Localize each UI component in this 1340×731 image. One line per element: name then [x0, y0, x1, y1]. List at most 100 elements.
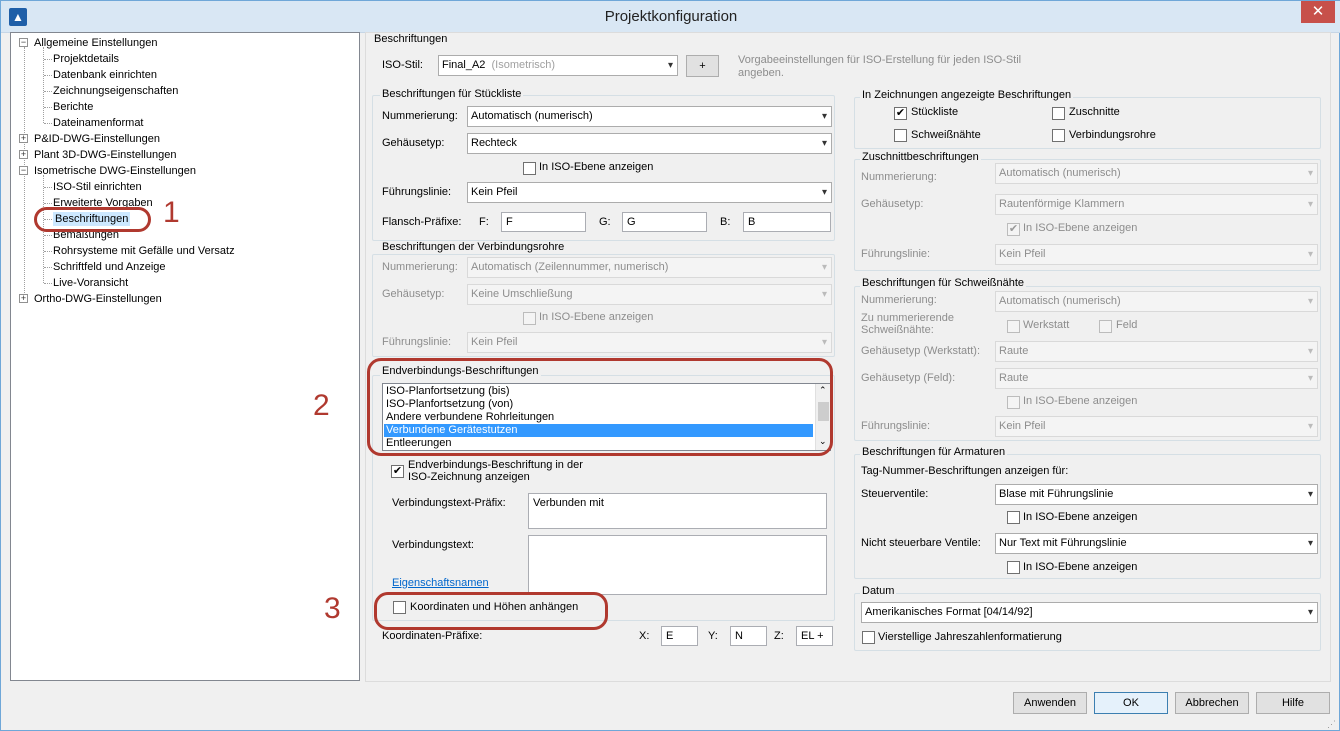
annotation-number-3: 3 [324, 592, 341, 625]
stk-fuehrung-select[interactable]: Kein Pfeil ▾ [467, 182, 832, 203]
stueckliste-label: Stückliste [911, 106, 959, 118]
zs-nummerierung-select[interactable]: Automatisch (numerisch) ▾ [995, 163, 1318, 184]
chevron-down-icon: ▾ [821, 262, 827, 273]
feld-checkbox[interactable] [1099, 320, 1112, 333]
chevron-down-icon: ▾ [821, 111, 827, 122]
flansch-f-input[interactable]: F [501, 212, 586, 232]
resize-grip-icon[interactable]: ⋰ [1327, 719, 1336, 730]
tree-item[interactable]: Projektdetails [53, 52, 119, 66]
werkstatt-label: Werkstatt [1023, 319, 1070, 331]
sw-zu-nummerierende-line2: Schweißnähte: [861, 324, 934, 336]
stk-fuehrung-label: Führungslinie: [382, 186, 452, 198]
verbindungsrohre-checkbox[interactable] [1052, 129, 1065, 142]
tree-item[interactable]: Ortho-DWG-Einstellungen [34, 292, 162, 306]
help-button[interactable]: Hilfe [1256, 692, 1330, 714]
koord-x-label: X: [639, 630, 650, 642]
ok-button[interactable]: OK [1094, 692, 1168, 714]
show-in-iso-checkbox[interactable]: ✔ [391, 465, 404, 478]
steuer-select[interactable]: Blase mit Führungslinie ▾ [995, 484, 1318, 505]
add-iso-stil-button[interactable]: + [686, 55, 719, 77]
stueckliste-checkbox[interactable]: ✔ [894, 107, 907, 120]
close-button[interactable]: ✕ [1301, 1, 1335, 23]
tree-expander-icon[interactable]: + [19, 294, 28, 303]
datum-title: Datum [860, 585, 897, 597]
koord-x-input[interactable]: E [661, 626, 698, 646]
zuschnitte-checkbox[interactable] [1052, 107, 1065, 120]
annotation-circle-3 [374, 592, 608, 630]
sw-zu-nummerierende-label: Zu nummerierende Schweißnähte: [861, 312, 954, 336]
tree-item[interactable]: Rohrsysteme mit Gefälle und Versatz [53, 244, 235, 258]
vr-fuehrung-select[interactable]: Kein Pfeil ▾ [467, 332, 832, 353]
tree-item[interactable]: ISO-Stil einrichten [53, 180, 142, 194]
chevron-down-icon: ▾ [1307, 421, 1313, 432]
koord-y-input[interactable]: N [730, 626, 767, 646]
prefix-input[interactable]: Verbunden mit [528, 493, 827, 529]
apply-button[interactable]: Anwenden [1013, 692, 1087, 714]
vr-nummerierung-label: Nummerierung: [382, 261, 458, 273]
chevron-down-icon: ▾ [1307, 607, 1313, 618]
stk-gehaeuse-select[interactable]: Rechteck ▾ [467, 133, 832, 154]
stk-iso-ebene-checkbox[interactable] [523, 162, 536, 175]
tag-label: Tag-Nummer-Beschriftungen anzeigen für: [861, 465, 1069, 477]
tree-expander-icon[interactable]: + [19, 150, 28, 159]
zs-fuehrung-label: Führungslinie: [861, 248, 931, 260]
tree-item[interactable]: P&ID-DWG-Einstellungen [34, 132, 160, 146]
datum-format-select[interactable]: Amerikanisches Format [04/14/92] ▾ [861, 602, 1318, 623]
tree-item[interactable]: Isometrische DWG-Einstellungen [34, 164, 196, 178]
stk-nummerierung-select[interactable]: Automatisch (numerisch) ▾ [467, 106, 832, 127]
tree-line [24, 47, 25, 303]
tree-expander-icon[interactable]: − [19, 38, 28, 47]
title-bar: ▲ Projektkonfiguration ✕ [1, 1, 1340, 33]
tree-item[interactable]: Dateinamenformat [53, 116, 144, 130]
verbindungstext-input[interactable] [528, 535, 827, 595]
nicht-steuer-iso-ebene-checkbox[interactable] [1007, 561, 1020, 574]
koord-z-input[interactable]: EL + [796, 626, 833, 646]
tree-item[interactable]: Schriftfeld und Anzeige [53, 260, 166, 274]
tree-item[interactable]: Datenbank einrichten [53, 68, 157, 82]
steuer-label: Steuerventile: [861, 488, 929, 500]
tree-line [44, 107, 52, 108]
chevron-down-icon: ▾ [1307, 346, 1313, 357]
tree-item[interactable]: Zeichnungseigenschaften [53, 84, 178, 98]
tree-item[interactable]: Berichte [53, 100, 93, 114]
cancel-button[interactable]: Abbrechen [1175, 692, 1249, 714]
zs-gehaeuse-select[interactable]: Rautenförmige Klammern ▾ [995, 194, 1318, 215]
prefix-label: Verbindungstext-Präfix: [392, 497, 506, 509]
schweissnaehte-checkbox[interactable] [894, 129, 907, 142]
tree-expander-icon[interactable]: + [19, 134, 28, 143]
tree-item[interactable]: Allgemeine Einstellungen [34, 36, 158, 50]
sw-nummerierung-select[interactable]: Automatisch (numerisch) ▾ [995, 291, 1318, 312]
tree-line [44, 75, 52, 76]
werkstatt-checkbox[interactable] [1007, 320, 1020, 333]
zs-fuehrung-select[interactable]: Kein Pfeil ▾ [995, 244, 1318, 265]
zs-fuehrung-value: Kein Pfeil [999, 248, 1046, 260]
sw-iso-ebene-checkbox[interactable] [1007, 396, 1020, 409]
tree-item[interactable]: Live-Voransicht [53, 276, 128, 290]
show-in-iso-label: Endverbindungs-Beschriftung in der ISO-Z… [408, 459, 583, 483]
vr-nummerierung-select[interactable]: Automatisch (Zeilennummer, numerisch) ▾ [467, 257, 832, 278]
zs-iso-ebene-checkbox[interactable]: ✔ [1007, 223, 1020, 236]
sw-fuehrung-label: Führungslinie: [861, 420, 931, 432]
stk-fuehrung-value: Kein Pfeil [471, 186, 518, 198]
vr-iso-ebene-checkbox[interactable] [523, 312, 536, 325]
tree-expander-icon[interactable]: − [19, 166, 28, 175]
koord-y-label: Y: [708, 630, 718, 642]
vr-fuehrung-value: Kein Pfeil [471, 336, 518, 348]
iso-stil-select[interactable]: Final_A2 (Isometrisch) ▾ [438, 55, 678, 76]
chevron-down-icon: ▾ [821, 138, 827, 149]
flansch-g-input[interactable]: G [622, 212, 707, 232]
sw-fuehrung-select[interactable]: Kein Pfeil ▾ [995, 416, 1318, 437]
sw-gehaeuse-feld-select[interactable]: Raute ▾ [995, 368, 1318, 389]
iso-stil-value: Final_A2 [442, 59, 486, 71]
tree-item[interactable]: Plant 3D-DWG-Einstellungen [34, 148, 176, 162]
eigenschaftsnamen-link[interactable]: Eigenschaftsnamen [392, 577, 489, 589]
vr-gehaeuse-select[interactable]: Keine Umschließung ▾ [467, 284, 832, 305]
nicht-steuer-select[interactable]: Nur Text mit Führungslinie ▾ [995, 533, 1318, 554]
chevron-down-icon: ▾ [1307, 168, 1313, 179]
steuer-iso-ebene-checkbox[interactable] [1007, 511, 1020, 524]
dialog-window: ▲ Projektkonfiguration ✕ − Allgemeine Ein… [0, 0, 1340, 731]
sw-gehaeuse-werkstatt-select[interactable]: Raute ▾ [995, 341, 1318, 362]
flansch-b-input[interactable]: B [743, 212, 831, 232]
vierstellig-checkbox[interactable] [862, 631, 875, 644]
stk-iso-ebene-label: In ISO-Ebene anzeigen [539, 161, 654, 173]
